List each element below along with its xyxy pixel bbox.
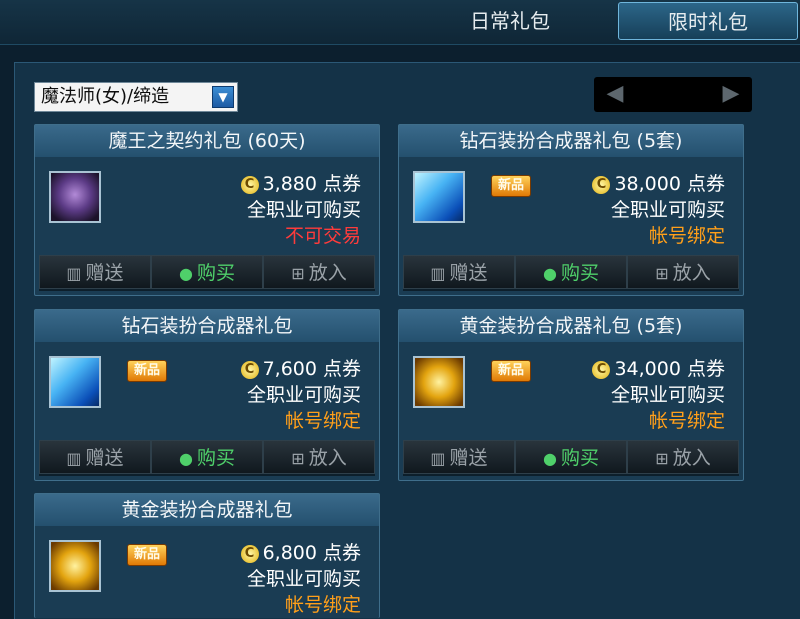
buy-icon: ●	[543, 449, 557, 468]
price-value: 6,800 点券	[262, 542, 361, 564]
pack-card: 钻石装扮合成器礼包 新品 C 7,600 点券 全职业可购买 帐号绑定 ▥ 赠送 ●…	[34, 309, 380, 481]
gift-button[interactable]: ▥ 赠送	[39, 255, 151, 289]
gift-button[interactable]: ▥ 赠送	[403, 440, 515, 474]
buy-label: 购买	[560, 447, 599, 469]
new-badge: 新品	[491, 360, 531, 382]
new-badge: 新品	[491, 175, 531, 197]
cart-icon: ⊞	[291, 264, 305, 283]
availability: 全职业可购买	[610, 384, 725, 406]
gift-icon: ▥	[66, 264, 82, 283]
cart-icon: ⊞	[655, 449, 669, 468]
price-value: 38,000 点券	[614, 173, 725, 195]
availability: 全职业可购买	[610, 199, 725, 221]
chevron-down-icon[interactable]: ▼	[212, 86, 234, 108]
cart-icon: ⊞	[291, 449, 305, 468]
new-badge: 新品	[127, 360, 167, 382]
class-filter-value: 魔法师(女)/缔造	[41, 86, 170, 107]
price: C 7,600 点券	[240, 356, 361, 382]
action-buttons: ▥ 赠送 ● 购买 ⊞ 放入	[403, 440, 739, 476]
gift-label: 赠送	[449, 262, 488, 284]
pack-card: 钻石装扮合成器礼包 (5套) 新品 C 38,000 点券 全职业可购买 帐号绑定…	[398, 124, 744, 296]
restriction: 帐号绑定	[648, 410, 725, 432]
add-to-cart-button[interactable]: ⊞ 放入	[263, 440, 375, 474]
buy-label: 购买	[196, 262, 235, 284]
price-value: 3,880 点券	[262, 173, 361, 195]
pack-card: 黄金装扮合成器礼包 新品 C 6,800 点券 全职业可购买 帐号绑定	[34, 493, 380, 618]
action-buttons: ▥ 赠送 ● 购买 ⊞ 放入	[39, 255, 375, 291]
price-value: 34,000 点券	[614, 358, 725, 380]
diamond-cube-icon[interactable]	[49, 356, 101, 408]
pack-card: 黄金装扮合成器礼包 (5套) 新品 C 34,000 点券 全职业可购买 帐号绑定…	[398, 309, 744, 481]
pack-title: 钻石装扮合成器礼包 (5套)	[399, 125, 743, 157]
pack-title: 魔王之契约礼包 (60天)	[35, 125, 379, 157]
cart-label: 放入	[672, 447, 711, 469]
coin-icon: C	[240, 544, 259, 563]
price-value: 7,600 点券	[262, 358, 361, 380]
new-badge: 新品	[127, 544, 167, 566]
buy-label: 购买	[560, 262, 599, 284]
gift-button[interactable]: ▥ 赠送	[39, 440, 151, 474]
buy-icon: ●	[179, 449, 193, 468]
price: C 34,000 点券	[592, 356, 725, 382]
price: C 6,800 点券	[240, 540, 361, 566]
cart-label: 放入	[308, 262, 347, 284]
buy-button[interactable]: ● 购买	[151, 255, 263, 289]
restriction: 帐号绑定	[284, 594, 361, 616]
gift-label: 赠送	[85, 262, 124, 284]
buy-label: 购买	[196, 447, 235, 469]
coin-icon: C	[240, 360, 259, 379]
gold-cube-icon[interactable]	[413, 356, 465, 408]
buy-button[interactable]: ● 购买	[515, 440, 627, 474]
gift-icon: ▥	[66, 449, 82, 468]
cart-label: 放入	[308, 447, 347, 469]
buy-button[interactable]: ● 购买	[515, 255, 627, 289]
restriction: 帐号绑定	[648, 225, 725, 247]
action-buttons: ▥ 赠送 ● 购买 ⊞ 放入	[39, 440, 375, 476]
gift-label: 赠送	[85, 447, 124, 469]
pack-card: 魔王之契约礼包 (60天) C 3,880 点券 全职业可购买 不可交易 ▥ 赠送 …	[34, 124, 380, 296]
gift-button[interactable]: ▥ 赠送	[403, 255, 515, 289]
buy-button[interactable]: ● 购买	[151, 440, 263, 474]
price: C 3,880 点券	[240, 171, 361, 197]
gift-icon: ▥	[430, 264, 446, 283]
price: C 38,000 点券	[592, 171, 725, 197]
availability: 全职业可购买	[246, 568, 361, 590]
add-to-cart-button[interactable]: ⊞ 放入	[627, 255, 739, 289]
prev-page-arrow-icon[interactable]: ◀	[602, 82, 628, 106]
add-to-cart-button[interactable]: ⊞ 放入	[263, 255, 375, 289]
buy-icon: ●	[179, 264, 193, 283]
action-buttons: ▥ 赠送 ● 购买 ⊞ 放入	[403, 255, 739, 291]
pack-title: 黄金装扮合成器礼包 (5套)	[399, 310, 743, 342]
pack-title: 黄金装扮合成器礼包	[35, 494, 379, 526]
coin-icon: C	[240, 175, 259, 194]
demon-head-icon[interactable]	[49, 171, 101, 223]
coin-icon: C	[592, 175, 611, 194]
coin-icon: C	[592, 360, 611, 379]
buy-icon: ●	[543, 264, 557, 283]
diamond-cube-icon[interactable]	[413, 171, 465, 223]
restriction: 帐号绑定	[284, 410, 361, 432]
add-to-cart-button[interactable]: ⊞ 放入	[627, 440, 739, 474]
cart-label: 放入	[672, 262, 711, 284]
next-page-arrow-icon[interactable]: ▶	[718, 82, 744, 106]
tab-daily-packs[interactable]: 日常礼包	[440, 2, 580, 40]
gift-icon: ▥	[430, 449, 446, 468]
top-tab-bar: 日常礼包 限时礼包	[0, 0, 800, 45]
class-filter-select[interactable]: 魔法师(女)/缔造 ▼	[34, 82, 238, 112]
cart-icon: ⊞	[655, 264, 669, 283]
page-navigator: ◀ ▶	[594, 77, 752, 112]
pack-title: 钻石装扮合成器礼包	[35, 310, 379, 342]
gift-label: 赠送	[449, 447, 488, 469]
gold-cube-icon[interactable]	[49, 540, 101, 592]
availability: 全职业可购买	[246, 199, 361, 221]
restriction: 不可交易	[284, 225, 361, 247]
availability: 全职业可购买	[246, 384, 361, 406]
tab-limited-packs[interactable]: 限时礼包	[618, 2, 798, 40]
